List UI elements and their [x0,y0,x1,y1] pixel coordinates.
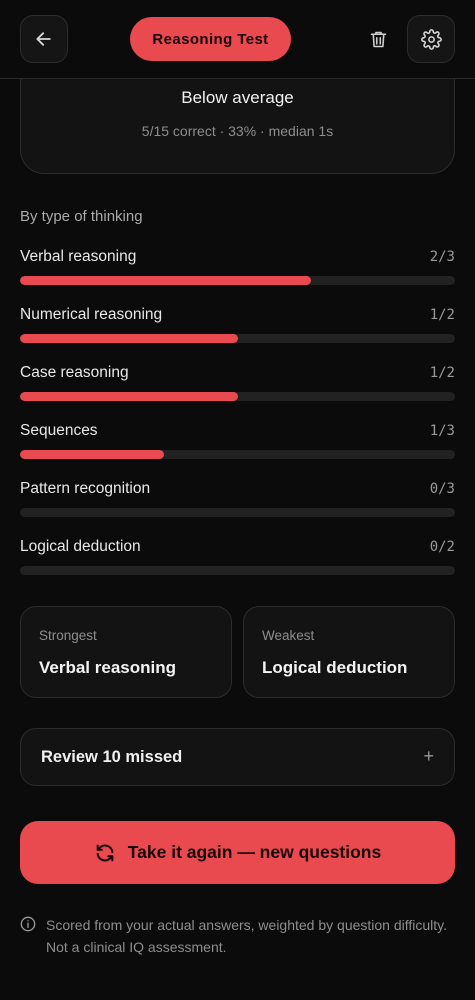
category-score: 2/3 [429,249,455,265]
category-score: 0/3 [429,481,455,497]
weakest-label: Weakest [262,628,315,643]
review-missed-toggle[interactable]: Review 10 missed + [20,728,455,786]
result-details: 5/15 correct · 33% · median 1s [141,123,334,139]
delete-button[interactable] [364,25,392,53]
review-missed-label: Review 10 missed [41,748,183,766]
gear-icon [420,28,442,50]
category-score: 1/3 [429,423,455,439]
category-score: 1/2 [429,365,455,381]
retake-test-button[interactable]: Take it again — new questions [20,821,455,884]
progress-track [20,276,455,285]
settings-button[interactable] [407,15,455,63]
category-label: Pattern recognition [20,480,151,497]
weakest-value: Logical deduction [262,658,408,677]
category-row: Case reasoning 1/2 [20,364,455,404]
category-label: Case reasoning [20,364,129,381]
breakdown-heading: By type of thinking [20,208,143,225]
category-row: Logical deduction 0/2 [20,538,455,578]
category-score: 0/2 [429,539,455,555]
strongest-card: Strongest Verbal reasoning [20,606,232,698]
category-label: Logical deduction [20,538,141,555]
test-title-pill[interactable]: Reasoning Test [130,17,291,61]
category-label: Sequences [20,422,98,439]
progress-track [20,450,455,459]
progress-fill [20,392,238,401]
expand-plus-icon: + [423,746,434,766]
trash-icon [370,31,386,47]
progress-fill [20,334,238,343]
category-row: Numerical reasoning 1/2 [20,306,455,346]
progress-fill [20,276,312,285]
info-icon [20,916,36,932]
progress-track [20,508,455,517]
progress-track [20,392,455,401]
category-row: Pattern recognition 0/3 [20,480,455,520]
category-label: Verbal reasoning [20,248,137,265]
arrow-left-icon [36,32,51,46]
retake-test-label: Take it again — new questions [127,842,382,862]
category-score: 1/2 [429,307,455,323]
progress-track [20,334,455,343]
back-button[interactable] [20,15,68,63]
refresh-icon [96,844,114,861]
weakest-card: Weakest Logical deduction [243,606,455,698]
progress-fill [20,450,164,459]
app-header: Reasoning Test [0,0,475,79]
progress-track [20,566,455,575]
strongest-value: Verbal reasoning [39,658,176,677]
category-label: Numerical reasoning [20,306,163,323]
footnote-text: Scored from your actual answers, weighte… [46,917,448,955]
result-rating: Below average [181,88,294,107]
strongest-label: Strongest [39,628,97,643]
category-row: Verbal reasoning 2/3 [20,248,455,288]
category-row: Sequences 1/3 [20,422,455,462]
